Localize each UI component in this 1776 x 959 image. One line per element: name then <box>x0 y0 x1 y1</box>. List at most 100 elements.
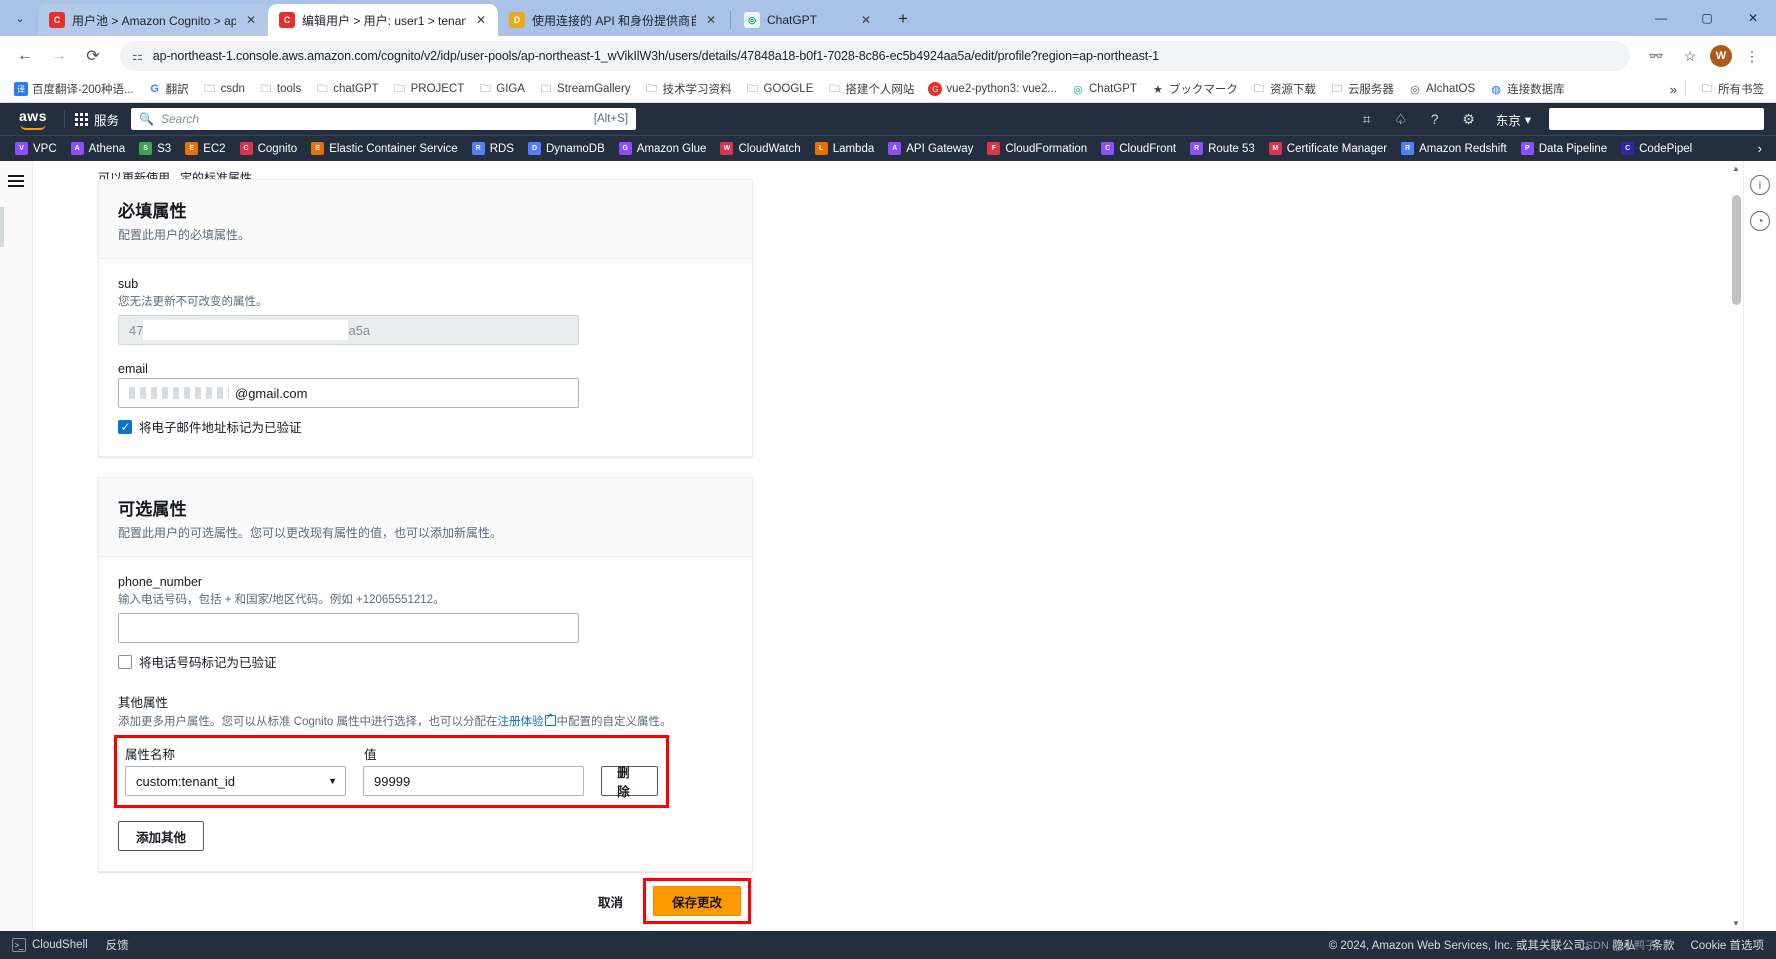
cloudshell-button[interactable]: >_ CloudShell <box>12 938 88 952</box>
help-icon[interactable]: ? <box>1418 103 1452 135</box>
favorite-service-codepipeline[interactable]: C CodePipel <box>1614 142 1699 155</box>
add-attribute-button[interactable]: 添加其他 <box>118 821 205 851</box>
menu-hamburger-icon[interactable] <box>8 175 24 187</box>
scrollbar-thumb[interactable] <box>1732 195 1741 305</box>
phone-input[interactable] <box>118 613 579 643</box>
favorite-service-certificate-manager[interactable]: M Certificate Manager <box>1262 142 1394 155</box>
panel-description: 配置此用户的必填属性。 <box>118 228 251 242</box>
minimize-button[interactable]: — <box>1638 0 1684 36</box>
save-changes-button[interactable]: 保存更改 <box>652 886 741 916</box>
delete-attribute-button[interactable]: 删除 <box>601 766 658 799</box>
bookmark-item[interactable]: ◎ ChatGPT <box>1065 80 1143 98</box>
cookie-preferences-link[interactable]: Cookie 首选项 <box>1691 937 1765 953</box>
favorite-service-ec2[interactable]: E EC2 <box>178 142 232 155</box>
bookmark-item[interactable]: G 翻訳 <box>142 79 195 99</box>
bookmark-folder[interactable]: 🗀 GIGA <box>472 80 531 98</box>
bookmark-item[interactable]: 译百度翻译-200种语... <box>8 79 140 99</box>
shortcuts-icon[interactable]: ◔ <box>1750 211 1770 231</box>
signup-experience-link[interactable]: 注册体验 <box>498 716 544 728</box>
info-icon[interactable]: i <box>1750 175 1770 195</box>
scroll-down-arrow[interactable]: ▼ <box>1732 919 1740 928</box>
phone-verified-checkbox-row[interactable]: 将电话号码标记为已验证 <box>118 652 733 671</box>
content-scrollbar[interactable]: ▲ ▼ <box>1729 161 1743 931</box>
notifications-bell-icon[interactable]: ♤ <box>1384 103 1418 135</box>
favorite-service-ecs[interactable]: E Elastic Container Service <box>304 142 464 155</box>
favorite-service-cloudformation[interactable]: F CloudFormation <box>980 142 1094 155</box>
settings-gear-icon[interactable]: ⚙ <box>1452 103 1486 135</box>
bookmark-item[interactable]: Gvue2-python3: vue2... <box>922 80 1063 98</box>
bookmark-folder[interactable]: 🗀 技术学习资料 <box>639 79 738 99</box>
site-settings-icon[interactable]: ⚏ <box>132 49 143 63</box>
feedback-button[interactable]: 反馈 <box>106 937 129 953</box>
close-icon[interactable]: ✕ <box>473 12 489 28</box>
bookmark-folder[interactable]: 🗀 csdn <box>197 80 251 98</box>
bookmark-folder[interactable]: 🗀 tools <box>253 80 307 98</box>
bookmark-folder[interactable]: 🗀 云服务器 <box>1324 79 1400 99</box>
new-tab-button[interactable]: + <box>889 5 917 33</box>
tab-search-button[interactable]: ⌄ <box>6 4 34 32</box>
favorite-service-rds[interactable]: R RDS <box>465 142 521 155</box>
aws-search-box[interactable]: 🔍 Search [Alt+S] <box>131 108 637 130</box>
address-bar[interactable]: ⚏ ap-northeast-1.console.aws.amazon.com/… <box>120 41 1630 71</box>
reading-glasses-icon[interactable]: 👓 <box>1642 42 1670 70</box>
reload-button[interactable]: ⟳ <box>78 41 108 71</box>
forward-button[interactable]: → <box>44 41 74 71</box>
favorite-service-vpc[interactable]: V VPC <box>8 142 64 155</box>
browser-tab-1[interactable]: C 用户池 > Amazon Cognito > ap ✕ <box>38 4 268 36</box>
aws-logo[interactable]: aws <box>12 109 54 130</box>
attribute-value-input[interactable]: 99999 <box>363 766 585 796</box>
sub-input: 47 a5a <box>118 315 579 345</box>
bookmark-item[interactable]: ◍ 连接数据库 <box>1483 79 1571 99</box>
favorite-service-lambda[interactable]: L Lambda <box>808 142 882 155</box>
favorite-service-redshift[interactable]: R Amazon Redshift <box>1394 142 1514 155</box>
bookmark-label: 百度翻译-200种语... <box>32 84 134 96</box>
favorites-overflow-button[interactable]: › <box>1752 141 1768 156</box>
bookmark-item[interactable]: ◎ AIchatOS <box>1402 80 1481 98</box>
favorite-service-apigateway[interactable]: A API Gateway <box>881 142 980 155</box>
favorite-service-s3[interactable]: S S3 <box>132 142 178 155</box>
bookmark-folder[interactable]: 🗀 chatGPT <box>309 80 384 98</box>
close-icon[interactable]: ✕ <box>858 12 874 28</box>
favorite-service-dynamodb[interactable]: D DynamoDB <box>521 142 612 155</box>
profile-avatar[interactable]: W <box>1710 45 1732 67</box>
bookmark-folder[interactable]: 🗀 搭建个人网站 <box>821 79 920 99</box>
browser-menu-icon[interactable]: ⋮ <box>1738 42 1766 70</box>
region-selector[interactable]: 东京 ▾ <box>1486 110 1541 129</box>
bookmark-star-icon[interactable]: ☆ <box>1676 42 1704 70</box>
phone-verified-checkbox[interactable] <box>118 654 132 669</box>
bookmark-folder[interactable]: 🗀 GOOGLE <box>740 80 820 98</box>
cloudshell-icon[interactable]: ⌗ <box>1350 103 1384 135</box>
favorite-service-route53[interactable]: R Route 53 <box>1183 142 1262 155</box>
attribute-name-select[interactable]: custom:tenant_id ▼ <box>125 766 347 796</box>
apigateway-icon: A <box>888 142 902 155</box>
services-menu-button[interactable]: 服务 <box>75 110 119 129</box>
favorite-service-data-pipeline[interactable]: P Data Pipeline <box>1514 142 1614 155</box>
favorite-service-athena[interactable]: A Athena <box>64 142 132 155</box>
back-button[interactable]: ← <box>10 41 40 71</box>
bookmarks-overflow-button[interactable]: » <box>1670 82 1677 97</box>
bookmark-folder[interactable]: 🗀 StreamGallery <box>533 80 637 98</box>
close-icon[interactable]: ✕ <box>703 12 719 28</box>
favorite-service-cloudfront[interactable]: C CloudFront <box>1094 142 1183 155</box>
email-input[interactable]: @gmail.com <box>118 378 579 408</box>
all-bookmarks-button[interactable]: 🗀 所有书签 <box>1694 79 1770 99</box>
close-window-button[interactable]: ✕ <box>1730 0 1776 36</box>
browser-tab-2[interactable]: C 编辑用户 > 用户: user1 > tenan ✕ <box>268 4 498 36</box>
favorite-service-cognito[interactable]: C Cognito <box>233 142 305 155</box>
browser-tab-3[interactable]: D 使用连接的 API 和身份提供商自 ✕ <box>498 4 728 36</box>
email-verified-checkbox[interactable] <box>118 419 132 435</box>
scroll-up-arrow[interactable]: ▲ <box>1732 164 1740 173</box>
bookmark-folder[interactable]: 🗀 资源下载 <box>1246 79 1322 99</box>
close-icon[interactable]: ✕ <box>243 12 259 28</box>
maximize-button[interactable]: ▢ <box>1684 0 1730 36</box>
bookmark-folder[interactable]: 🗀 PROJECT <box>387 80 471 98</box>
bookmark-item[interactable]: ★ ブックマーク <box>1145 79 1244 99</box>
email-verified-checkbox-row[interactable]: 将电子邮件地址标记为已验证 <box>118 417 733 436</box>
account-menu[interactable] <box>1549 108 1764 130</box>
browser-tab-4[interactable]: ◎ ChatGPT ✕ <box>733 4 883 36</box>
favorite-service-glue[interactable]: G Amazon Glue <box>612 142 714 155</box>
chatgpt-icon: ◎ <box>1073 83 1083 96</box>
cancel-button[interactable]: 取消 <box>592 892 629 911</box>
favorite-service-cloudwatch[interactable]: W CloudWatch <box>713 142 807 155</box>
side-panel-handle[interactable] <box>0 207 4 247</box>
